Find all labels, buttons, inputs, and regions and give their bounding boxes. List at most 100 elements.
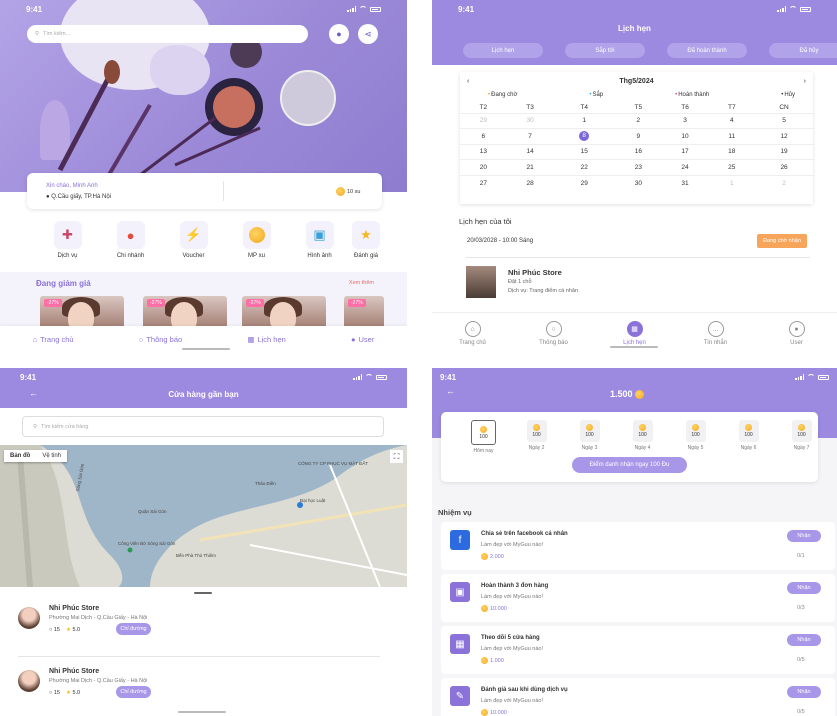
- back-arrow-icon[interactable]: ←: [446, 386, 455, 396]
- calendar-day[interactable]: 15: [553, 143, 615, 160]
- calendar-day[interactable]: 12: [755, 128, 813, 144]
- claim-button[interactable]: Nhận: [787, 582, 821, 594]
- calendar-day[interactable]: 10: [661, 128, 709, 144]
- calendar-day[interactable]: 18: [708, 143, 756, 160]
- checkin-day[interactable]: 100 Ngày 6: [722, 420, 775, 454]
- service-danh-gia[interactable]: ★ Đánh giá: [351, 221, 381, 259]
- share-button[interactable]: ⋖: [358, 24, 378, 44]
- nav-label: User: [790, 340, 803, 346]
- deal-card[interactable]: -27%: [143, 296, 227, 330]
- calendar-day[interactable]: 22: [553, 159, 615, 175]
- calendar-day[interactable]: 1: [708, 174, 756, 191]
- directions-button[interactable]: Chỉ đường: [116, 623, 151, 635]
- directions-button[interactable]: Chỉ đường: [116, 686, 151, 698]
- calendar-day[interactable]: 24: [661, 159, 709, 175]
- checkin-day[interactable]: 100 Ngày 2: [510, 420, 563, 454]
- store-search-input[interactable]: ⚲ Tìm kiếm cửa hàng: [22, 416, 384, 437]
- nav-home[interactable]: ⌂ Trang chủ: [443, 313, 503, 352]
- home-icon: ⌂: [464, 321, 481, 337]
- calendar-day[interactable]: 2: [755, 174, 813, 191]
- calendar-day[interactable]: 16: [614, 143, 662, 160]
- schedule-screen: Lịch hẹn Lịch hẹn Sắp tới Đã hoàn thành …: [432, 0, 837, 352]
- claim-button[interactable]: Nhận: [787, 686, 821, 698]
- drag-handle[interactable]: [194, 592, 212, 594]
- tab-lich-hen[interactable]: Lịch hẹn: [463, 43, 543, 58]
- task-subtitle: Làm đẹp với MyGuu nào!: [481, 542, 543, 548]
- checkin-day[interactable]: 100 Ngày 4: [616, 420, 669, 454]
- nav-schedule[interactable]: ▦ Lịch hẹn: [247, 335, 285, 344]
- calendar-day[interactable]: 14: [506, 143, 554, 160]
- calendar-day[interactable]: 27: [460, 174, 507, 191]
- chat-button[interactable]: ●: [329, 24, 349, 44]
- calendar-day[interactable]: 5: [755, 112, 813, 129]
- service-dich-vu[interactable]: ✚ Dịch vụ: [36, 221, 99, 259]
- day-number: 28: [526, 179, 534, 187]
- claim-button[interactable]: Nhận: [787, 634, 821, 646]
- claim-button[interactable]: Nhận: [787, 530, 821, 542]
- calendar-day[interactable]: 17: [661, 143, 709, 160]
- search-input[interactable]: ⚲ Tìm kiếm...: [27, 25, 308, 43]
- service-mp-xu[interactable]: MP xu: [225, 221, 288, 259]
- calendar-day[interactable]: 26: [755, 159, 813, 175]
- checkin-day[interactable]: 100 Ngày 5: [669, 420, 722, 454]
- calendar-day[interactable]: 31: [661, 174, 709, 191]
- calendar-day[interactable]: 2: [614, 112, 662, 129]
- checkin-day[interactable]: 100 Ngày 7: [775, 420, 828, 454]
- calendar-day[interactable]: 6: [460, 128, 507, 144]
- service-voucher[interactable]: ⚡ Voucher: [162, 221, 225, 259]
- service-chi-nhanh[interactable]: ● Chi nhánh: [99, 221, 162, 259]
- checkin-button[interactable]: Điểm danh nhận ngay 100 Đu: [572, 457, 687, 473]
- day-number: 24: [681, 163, 689, 171]
- day-reward-box: 100: [685, 420, 706, 442]
- nav-home[interactable]: ⌂ Trang chủ: [33, 335, 74, 344]
- fullscreen-icon[interactable]: ⛶: [390, 450, 403, 463]
- calendar-day[interactable]: 3: [661, 112, 709, 129]
- nav-user[interactable]: ● User: [351, 335, 374, 344]
- rewards-screen: ← 1.500 9:41 100 Hôm nay 100 Ngày 2 100 Ngày …: [432, 368, 837, 716]
- calendar-day[interactable]: 23: [614, 159, 662, 175]
- chevron-right-icon[interactable]: ›: [804, 78, 806, 85]
- calendar-day[interactable]: 29: [460, 112, 507, 129]
- checkin-day[interactable]: 100 Ngày 3: [563, 420, 616, 454]
- nav-user[interactable]: ● User: [767, 313, 827, 352]
- calendar-day[interactable]: 7: [506, 128, 554, 144]
- status-badge[interactable]: Đang chờ nhận: [757, 234, 807, 248]
- calendar-day[interactable]: 30: [506, 112, 554, 129]
- calendar-week: 13 14 15 16 17 18 19: [460, 143, 813, 160]
- map-view[interactable]: Bản đồ Vệ tinh ⛶ Sông Sài Gòn CÔNG TY CP…: [0, 445, 407, 587]
- map-toggle-satellite[interactable]: Vệ tinh: [36, 450, 67, 462]
- chat-icon: ●: [336, 29, 342, 39]
- calendar-day[interactable]: 1: [553, 112, 615, 129]
- deal-card[interactable]: -27%: [40, 296, 124, 330]
- calendar-day[interactable]: 30: [614, 174, 662, 191]
- see-more-link[interactable]: Xem thêm: [349, 280, 374, 286]
- weekday-header: T4: [580, 103, 588, 111]
- day-number: 13: [479, 148, 487, 156]
- calendar-day[interactable]: 19: [755, 143, 813, 160]
- service-hinh-anh[interactable]: ▣ Hình ảnh: [288, 221, 351, 259]
- coin-icon: [481, 657, 488, 664]
- xu-balance[interactable]: 10 xu: [336, 187, 360, 196]
- nav-messages[interactable]: … Tin nhắn: [686, 313, 746, 352]
- search-icon: ⚲: [35, 31, 40, 37]
- calendar-day[interactable]: 11: [708, 128, 756, 144]
- calendar-day[interactable]: 25: [708, 159, 756, 175]
- calendar-day[interactable]: 28: [506, 174, 554, 191]
- status-icons: [353, 374, 387, 380]
- tab-da-huy[interactable]: Đã hủy: [769, 43, 837, 58]
- calendar-day[interactable]: 20: [460, 159, 507, 175]
- deal-card[interactable]: -27%: [242, 296, 326, 330]
- nav-notifications[interactable]: ○ Thông báo: [524, 313, 584, 352]
- calendar-day[interactable]: 13: [460, 143, 507, 160]
- tab-sap-toi[interactable]: Sắp tới: [565, 43, 645, 58]
- calendar-day[interactable]: 4: [708, 112, 756, 129]
- map-toggle-map[interactable]: Bản đồ: [4, 450, 36, 462]
- tab-da-hoan-thanh[interactable]: Đã hoàn thành: [667, 43, 747, 58]
- calendar-day[interactable]: 29: [553, 174, 615, 191]
- calendar-day[interactable]: 21: [506, 159, 554, 175]
- checkin-day[interactable]: 100 Hôm nay: [457, 420, 510, 454]
- deal-card[interactable]: -27%: [344, 296, 384, 330]
- nav-notifications[interactable]: ○ Thông báo: [139, 335, 182, 344]
- calendar-day[interactable]: 8: [553, 128, 615, 144]
- calendar-day[interactable]: 9: [614, 128, 662, 144]
